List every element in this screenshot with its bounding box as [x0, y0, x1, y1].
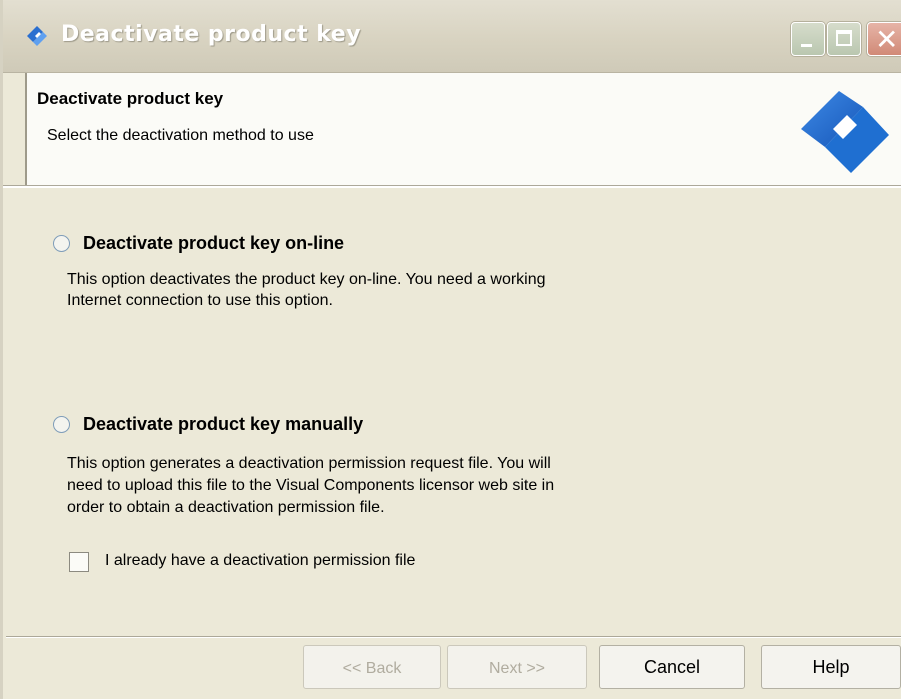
header-title: Deactivate product key: [37, 89, 224, 108]
next-button-label: Next >>: [488, 660, 546, 677]
back-button-label: << Back: [342, 660, 402, 677]
header-subtitle: Select the deactivation method to use: [47, 127, 314, 144]
manual-description-line1: This option generates a deactivation per…: [67, 455, 551, 472]
header-separator: [3, 185, 901, 188]
back-button[interactable]: << Back: [303, 645, 441, 689]
footer-separator: [6, 636, 901, 638]
online-option-label[interactable]: Deactivate product key on-line: [83, 233, 344, 254]
minimize-button[interactable]: [791, 22, 825, 56]
manual-description-line3: order to obtain a deactivation permissio…: [67, 499, 385, 516]
brand-logo-icon: [801, 91, 889, 173]
close-icon: ✕: [875, 23, 899, 56]
title-bar[interactable]: Deactivate product key ✕: [3, 0, 901, 73]
window-title: Deactivate product key: [61, 22, 362, 47]
has-permission-file-checkbox[interactable]: [69, 552, 89, 572]
maximize-button[interactable]: [827, 22, 861, 56]
manual-description-line2: need to upload this file to the Visual C…: [67, 477, 555, 494]
cancel-button-label: Cancel: [643, 657, 701, 677]
help-button-label: Help: [812, 657, 850, 677]
manual-radio[interactable]: [53, 416, 70, 433]
cancel-button[interactable]: Cancel: [599, 645, 745, 689]
close-button[interactable]: ✕: [867, 22, 901, 56]
online-description-line2: Internet connection to use this option.: [67, 292, 333, 309]
app-logo-icon: [27, 26, 47, 46]
wizard-header: Deactivate product key Select the deacti…: [25, 73, 901, 186]
online-description-line1: This option deactivates the product key …: [67, 271, 546, 288]
manual-option-label[interactable]: Deactivate product key manually: [83, 414, 363, 435]
has-permission-file-label[interactable]: I already have a deactivation permission…: [105, 552, 415, 570]
online-radio[interactable]: [53, 235, 70, 252]
next-button[interactable]: Next >>: [447, 645, 587, 689]
dialog-window: Deactivate product key ✕ Deactivate prod…: [0, 0, 901, 699]
help-button[interactable]: Help: [761, 645, 901, 689]
